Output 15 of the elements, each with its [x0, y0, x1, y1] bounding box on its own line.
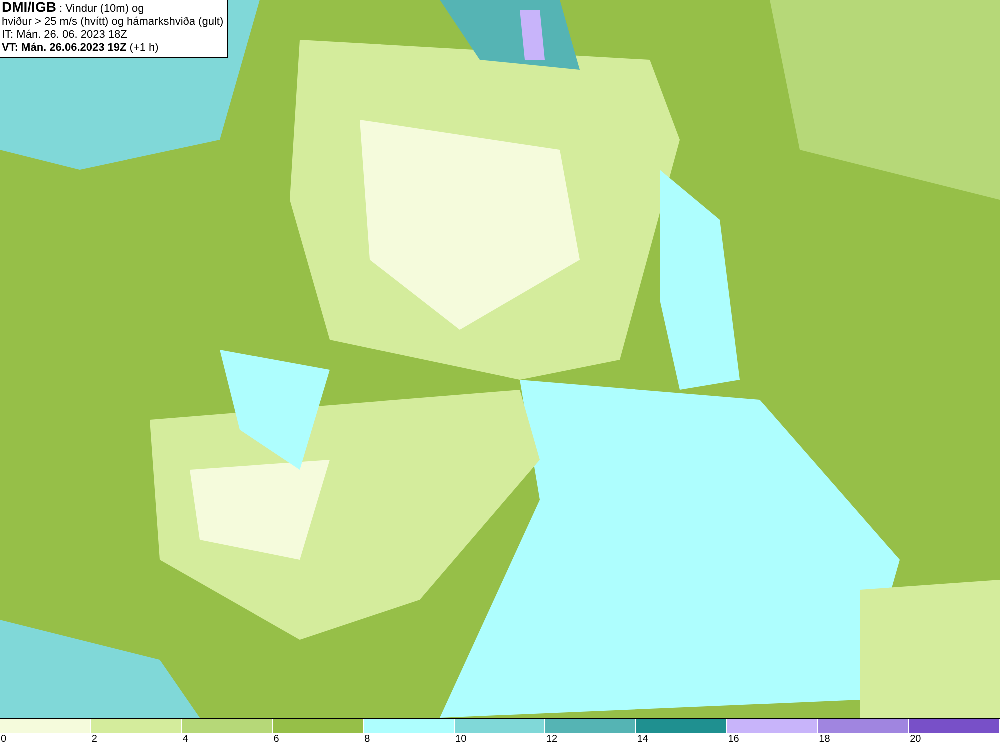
legend-tick-label: 8	[364, 733, 370, 746]
legend-tick-label: 14	[636, 733, 648, 746]
info-text: hviður > 25 m/s (hvítt) og hámarkshviða (gult)	[2, 16, 225, 29]
info-text: VT: Mán. 26.06.2023 19Z (+1 h)	[2, 42, 160, 55]
legend-tick-label: 16	[727, 733, 740, 746]
info-text: DMI/IGB : Vindur (10m) og	[2, 1, 146, 16]
legend-tick-label: 10	[454, 733, 467, 746]
legend-tick-label: 4	[182, 733, 188, 746]
legend-tick-label: 12	[545, 733, 558, 746]
info-text: IT: Mán. 26. 06. 2023 18Z	[2, 29, 128, 42]
legend-tick-label: 20	[909, 733, 922, 746]
legend-tick-label: 0	[0, 733, 7, 746]
legend-tick-label: 18	[818, 733, 830, 746]
legend-tick-label: 6	[272, 733, 280, 746]
legend-tick-label: 2	[90, 733, 98, 746]
